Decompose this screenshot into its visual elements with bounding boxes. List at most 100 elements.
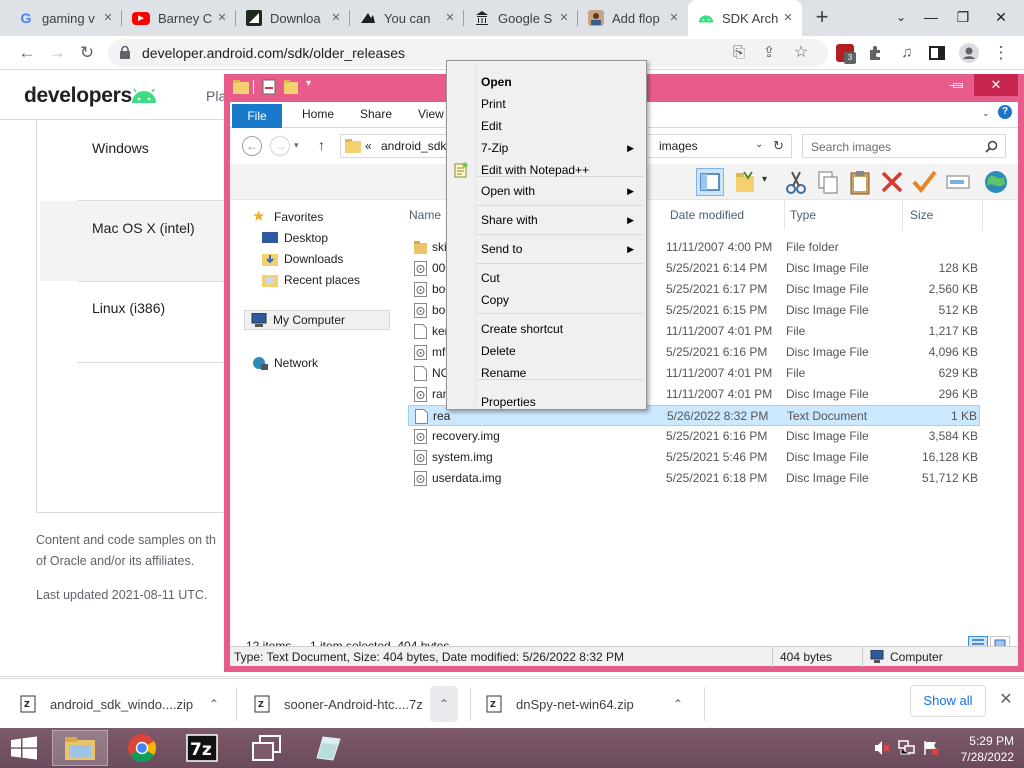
close-icon[interactable]: ✕ xyxy=(666,10,682,26)
minimize-button[interactable]: — xyxy=(914,0,948,36)
chevron-up-icon[interactable]: ⌃ xyxy=(664,686,692,722)
menu-item-print[interactable]: Print xyxy=(481,97,506,111)
delete-x-icon[interactable] xyxy=(878,168,906,196)
new-tab-button[interactable]: + xyxy=(812,6,832,30)
globe-icon[interactable] xyxy=(982,168,1010,196)
cut-scissors-icon[interactable] xyxy=(782,168,810,196)
download-item[interactable]: Z android_sdk_windo....zip ⌃ xyxy=(20,679,230,729)
close-window-button[interactable]: ✕ xyxy=(984,0,1018,36)
expand-ribbon-icon[interactable]: ⌄ xyxy=(982,108,990,119)
file-row[interactable]: recovery.img 5/25/2021 6:16 PM Disc Image … xyxy=(408,426,980,447)
recent-locations-icon[interactable]: ▾ xyxy=(294,140,299,151)
nav-network[interactable]: Network xyxy=(252,356,318,370)
taskbar-7zip[interactable]: 7z xyxy=(174,730,230,766)
column-name[interactable]: Name xyxy=(409,208,441,222)
new-folder-icon[interactable] xyxy=(284,79,300,95)
menu-item-rename[interactable]: Rename xyxy=(481,366,526,380)
properties-icon[interactable] xyxy=(262,79,276,95)
show-all-button[interactable]: Show all xyxy=(910,685,986,717)
paste-clipboard-icon[interactable] xyxy=(846,168,874,196)
developers-logo[interactable]: developers xyxy=(24,84,132,108)
help-icon[interactable]: ? xyxy=(998,105,1012,119)
menu-item-edit-with-notepad[interactable]: Edit with Notepad++ xyxy=(481,163,589,177)
taskbar-file-explorer[interactable] xyxy=(52,730,108,766)
download-item[interactable]: Z sooner-Android-htc....7z ⌃ xyxy=(254,679,464,729)
checkmark-icon[interactable] xyxy=(910,168,938,196)
folder-options-icon[interactable] xyxy=(732,168,760,196)
chevron-up-icon[interactable]: ⌃ xyxy=(430,686,458,722)
up-arrow-icon[interactable]: ↑ xyxy=(318,137,325,153)
breadcrumb-overflow[interactable]: « xyxy=(365,139,372,153)
ublock-extension-icon[interactable]: 3 xyxy=(836,44,856,64)
breadcrumb-images[interactable]: images xyxy=(659,139,698,153)
back-button[interactable]: ← xyxy=(14,40,40,66)
tab-view[interactable]: View xyxy=(418,107,444,121)
tab-download[interactable]: Downloa ✕ xyxy=(236,0,350,36)
address-dropdown-icon[interactable]: ⌄ xyxy=(755,139,763,150)
column-size[interactable]: Size xyxy=(910,208,933,222)
tab-you-can[interactable]: You can ✕ xyxy=(350,0,464,36)
close-icon[interactable]: ✕ xyxy=(100,10,116,26)
close-button[interactable]: ✕ xyxy=(974,74,1018,96)
menu-item-7-zip[interactable]: 7-Zip xyxy=(481,141,508,155)
taskbar-windows-switcher[interactable] xyxy=(238,730,294,766)
tab-sdk-archive[interactable]: SDK Arch ✕ xyxy=(688,0,802,36)
search-images-input[interactable]: Search images xyxy=(802,134,1006,158)
forward-button[interactable]: → xyxy=(44,40,70,66)
rename-icon[interactable] xyxy=(944,168,972,196)
close-icon[interactable]: ✕ xyxy=(328,10,344,26)
media-control-icon[interactable]: ♫ xyxy=(894,40,920,66)
tab-add-floppy[interactable]: Add flop ✕ xyxy=(578,0,688,36)
menu-item-delete[interactable]: Delete xyxy=(481,344,516,358)
forward-button[interactable]: → xyxy=(270,136,290,156)
clock-time[interactable]: 5:29 PM xyxy=(969,734,1014,748)
menu-item-create-shortcut[interactable]: Create shortcut xyxy=(481,322,563,336)
tab-home[interactable]: Home xyxy=(302,107,334,121)
back-button[interactable]: ← xyxy=(242,136,262,156)
clock-date[interactable]: 7/28/2022 xyxy=(961,750,1014,764)
close-icon[interactable]: ✕ xyxy=(780,10,796,26)
menu-item-properties[interactable]: Properties xyxy=(481,395,536,409)
bookmark-star-icon[interactable]: ☆ xyxy=(788,40,814,66)
install-app-icon[interactable]: ⎘ xyxy=(726,40,752,66)
network-icon[interactable] xyxy=(898,740,916,756)
nav-my-computer[interactable]: My Computer xyxy=(244,310,390,330)
taskbar-chrome[interactable] xyxy=(114,730,170,766)
tab-search-button[interactable]: ⌄ xyxy=(884,0,918,36)
nav-downloads[interactable]: Downloads xyxy=(262,252,343,266)
taskbar-app[interactable] xyxy=(300,730,356,766)
column-date-modified[interactable]: Date modified xyxy=(670,208,744,222)
side-panel-icon[interactable] xyxy=(924,40,950,66)
view-dropdown-icon[interactable]: ▾ xyxy=(762,174,767,185)
tab-gaming[interactable]: G gaming v ✕ xyxy=(8,0,122,36)
copy-icon[interactable] xyxy=(814,168,842,196)
tab-file[interactable]: File xyxy=(232,104,282,128)
action-center-flag-icon[interactable] xyxy=(922,740,940,756)
column-type[interactable]: Type xyxy=(790,208,816,222)
menu-item-open-with[interactable]: Open with xyxy=(481,184,535,198)
tab-barney[interactable]: ▶ Barney C ✕ xyxy=(122,0,236,36)
start-button[interactable] xyxy=(0,730,48,766)
tab-share[interactable]: Share xyxy=(360,107,392,121)
reload-button[interactable]: ↻ xyxy=(74,40,100,66)
menu-item-share-with[interactable]: Share with xyxy=(481,213,538,227)
chevron-up-icon[interactable]: ⌃ xyxy=(200,686,228,722)
close-icon[interactable]: ✕ xyxy=(556,10,572,26)
breadcrumb-android-sdk[interactable]: android_sdk_ xyxy=(381,139,453,153)
menu-item-cut[interactable]: Cut xyxy=(481,271,500,285)
nav-favorites[interactable]: ★ Favorites xyxy=(252,209,323,224)
extensions-puzzle-icon[interactable] xyxy=(862,40,888,66)
quick-access-dropdown-icon[interactable]: ▾ xyxy=(306,78,311,89)
volume-muted-icon[interactable] xyxy=(874,740,890,756)
close-downloads-icon[interactable]: ✕ xyxy=(996,689,1016,713)
restore-button[interactable]: ❐ xyxy=(946,0,980,36)
file-row[interactable]: userdata.img 5/25/2021 6:18 PM Disc Image … xyxy=(408,468,980,489)
view-pane-icon[interactable] xyxy=(696,168,724,196)
menu-item-send-to[interactable]: Send to xyxy=(481,242,522,256)
menu-item-open[interactable]: Open xyxy=(481,75,512,89)
share-icon[interactable]: ⇪ xyxy=(756,40,782,66)
menu-item-copy[interactable]: Copy xyxy=(481,293,509,307)
profile-avatar-icon[interactable] xyxy=(956,40,982,66)
tab-google-s[interactable]: Google S ✕ xyxy=(464,0,578,36)
menu-item-edit[interactable]: Edit xyxy=(481,119,502,133)
